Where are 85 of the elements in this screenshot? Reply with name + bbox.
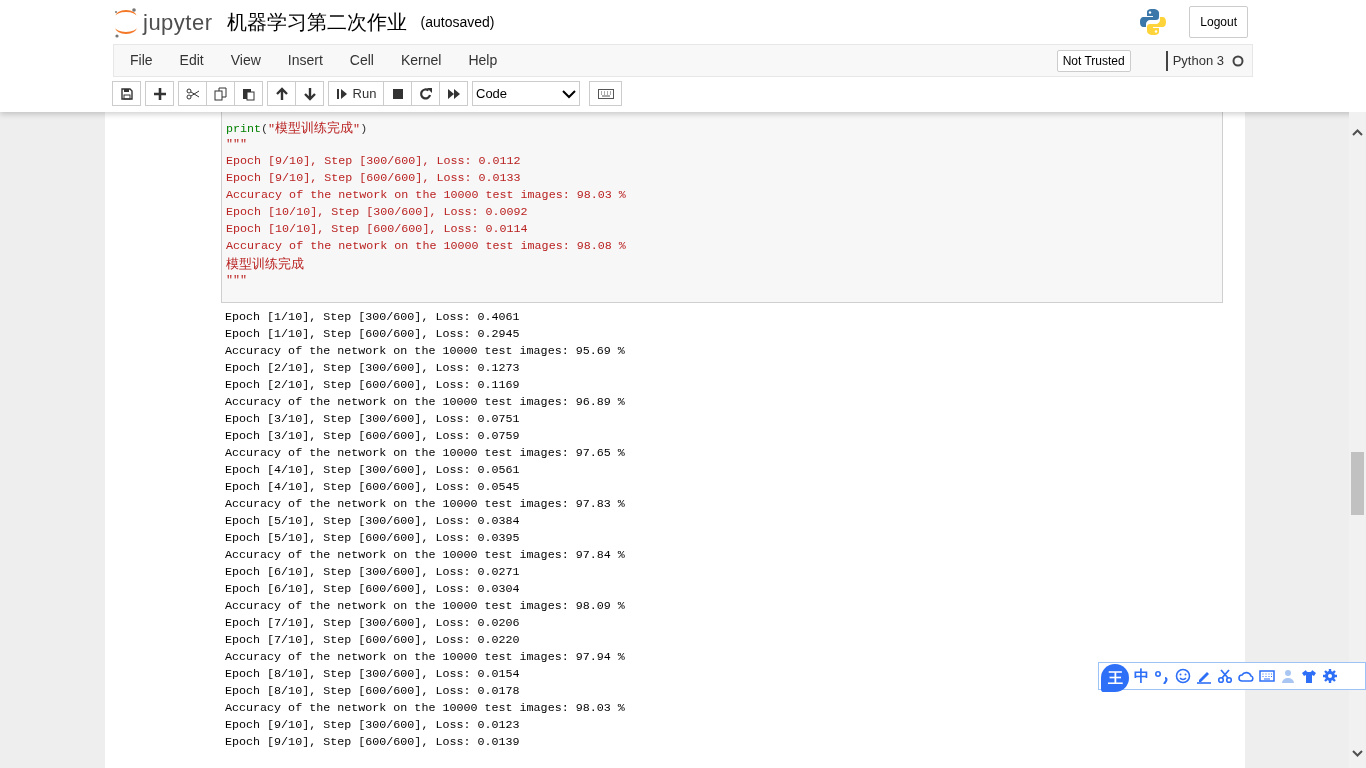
smiley-icon[interactable] xyxy=(1175,668,1191,684)
save-icon xyxy=(119,86,134,101)
code-line: Accuracy of the network on the 10000 test images: 98.03 % xyxy=(226,187,626,204)
autosave-status: (autosaved) xyxy=(420,12,495,32)
output-line: Epoch [7/10], Step [600/600], Loss: 0.0220 xyxy=(225,632,520,649)
plus-icon xyxy=(152,86,167,101)
notebook-title[interactable]: 机器学习第二次作业 xyxy=(226,7,407,37)
code-line: Epoch [10/10], Step [600/600], Loss: 0.0114 xyxy=(226,221,528,238)
output-line: Accuracy of the network on the 10000 test images: 95.69 % xyxy=(225,343,625,360)
output-line: Accuracy of the network on the 10000 test images: 96.89 % xyxy=(225,394,625,411)
output-line: Epoch [9/10], Step [600/600], Loss: 0.0139 xyxy=(225,734,520,751)
menu-item[interactable]: Cell xyxy=(337,50,386,71)
cell-type-select[interactable]: Code xyxy=(472,81,580,106)
code-line: Epoch [9/10], Step [300/600], Loss: 0.0112 xyxy=(226,153,521,170)
output-line: Epoch [5/10], Step [300/600], Loss: 0.0384 xyxy=(225,513,520,530)
restart-button[interactable] xyxy=(411,81,440,106)
keyboard-button[interactable] xyxy=(589,81,622,106)
save-button[interactable] xyxy=(112,81,141,106)
python-logo-icon xyxy=(1139,8,1168,36)
chevron-down-icon xyxy=(562,88,576,99)
output-line: Epoch [2/10], Step [300/600], Loss: 0.1273 xyxy=(225,360,520,377)
stop-button[interactable] xyxy=(383,81,412,106)
run-button[interactable]: Run xyxy=(328,81,384,106)
stop-icon xyxy=(390,86,405,101)
output-line: Epoch [8/10], Step [300/600], Loss: 0.0154 xyxy=(225,666,520,683)
cut-button[interactable] xyxy=(178,81,207,106)
output-line: Epoch [6/10], Step [600/600], Loss: 0.0304 xyxy=(225,581,520,598)
logo-text: jupyter xyxy=(143,8,213,37)
code-line: 模型训练完成 xyxy=(226,255,304,272)
code-line: Epoch [9/10], Step [600/600], Loss: 0.0133 xyxy=(226,170,521,187)
scissors-icon xyxy=(185,86,200,101)
output-line: Epoch [2/10], Step [600/600], Loss: 0.1169 xyxy=(225,377,520,394)
menu-item[interactable]: Help xyxy=(456,50,510,71)
code-line: """ xyxy=(226,272,248,289)
kernel-name[interactable]: Python 3 xyxy=(1165,50,1224,71)
output-line: Epoch [3/10], Step [600/600], Loss: 0.0759 xyxy=(225,428,520,445)
output-line: Epoch [5/10], Step [600/600], Loss: 0.0395 xyxy=(225,530,520,547)
paste-button[interactable] xyxy=(234,81,263,106)
output-line: Epoch [9/10], Step [300/600], Loss: 0.0123 xyxy=(225,717,520,734)
fast-forward-icon xyxy=(446,86,461,101)
down-button[interactable] xyxy=(295,81,324,106)
keyboard-icon[interactable] xyxy=(1259,668,1275,684)
code-input[interactable] xyxy=(221,112,1223,303)
menu-item[interactable]: View xyxy=(218,50,273,71)
output-line: Accuracy of the network on the 10000 test images: 97.94 % xyxy=(225,649,625,666)
punctuation-icon[interactable] xyxy=(1154,668,1170,684)
menu-item[interactable]: Kernel xyxy=(388,50,454,71)
shirt-icon[interactable] xyxy=(1301,668,1317,684)
scrollbar-thumb[interactable] xyxy=(1351,452,1364,515)
arrow-up-icon xyxy=(274,86,289,101)
trust-button[interactable]: Not Trusted xyxy=(1056,49,1131,72)
output-line: Epoch [8/10], Step [600/600], Loss: 0.0178 xyxy=(225,683,520,700)
output-line: Accuracy of the network on the 10000 test images: 97.65 % xyxy=(225,445,625,462)
code-line: Epoch [10/10], Step [300/600], Loss: 0.0092 xyxy=(226,204,528,221)
output-line: Epoch [6/10], Step [300/600], Loss: 0.0271 xyxy=(225,564,520,581)
menu-item[interactable]: Insert xyxy=(275,50,335,71)
input-mode-toggle[interactable]: 中 xyxy=(1134,664,1149,688)
output-line: Epoch [4/10], Step [600/600], Loss: 0.0545 xyxy=(225,479,520,496)
menu-item[interactable]: File xyxy=(118,50,165,71)
settings-icon[interactable] xyxy=(1322,668,1338,684)
restart-icon xyxy=(418,86,433,101)
run-all-button[interactable] xyxy=(439,81,468,106)
up-button[interactable] xyxy=(267,81,296,106)
keyboard-icon xyxy=(597,86,614,101)
output-line: Epoch [4/10], Step [300/600], Loss: 0.0561 xyxy=(225,462,520,479)
menu-item[interactable]: Edit xyxy=(167,50,216,71)
add-button[interactable] xyxy=(145,81,174,106)
output-line: Accuracy of the network on the 10000 test images: 97.84 % xyxy=(225,547,625,564)
ime-logo[interactable]: 王 xyxy=(1101,664,1129,692)
output-line: Accuracy of the network on the 10000 test images: 97.83 % xyxy=(225,496,625,513)
logout-button[interactable]: Logout xyxy=(1189,6,1248,38)
scissors-icon[interactable] xyxy=(1217,668,1233,684)
arrow-down-icon xyxy=(302,86,317,101)
paste-icon xyxy=(241,86,256,101)
code-line: Accuracy of the network on the 10000 test images: 98.08 % xyxy=(226,238,626,255)
output-line: Epoch [7/10], Step [300/600], Loss: 0.0206 xyxy=(225,615,520,632)
jupyter-logo-icon xyxy=(113,5,139,39)
output-line: Accuracy of the network on the 10000 test images: 98.09 % xyxy=(225,598,625,615)
code-line: """ xyxy=(226,136,248,153)
copy-icon xyxy=(213,86,228,101)
code-line: print("模型训练完成") xyxy=(226,119,368,136)
output-line: Epoch [1/10], Step [600/600], Loss: 0.2945 xyxy=(225,326,520,343)
output-line: Epoch [1/10], Step [300/600], Loss: 0.4061 xyxy=(225,309,520,326)
output-line: Epoch [3/10], Step [300/600], Loss: 0.0751 xyxy=(225,411,520,428)
output-line: Accuracy of the network on the 10000 test images: 98.03 % xyxy=(225,700,625,717)
